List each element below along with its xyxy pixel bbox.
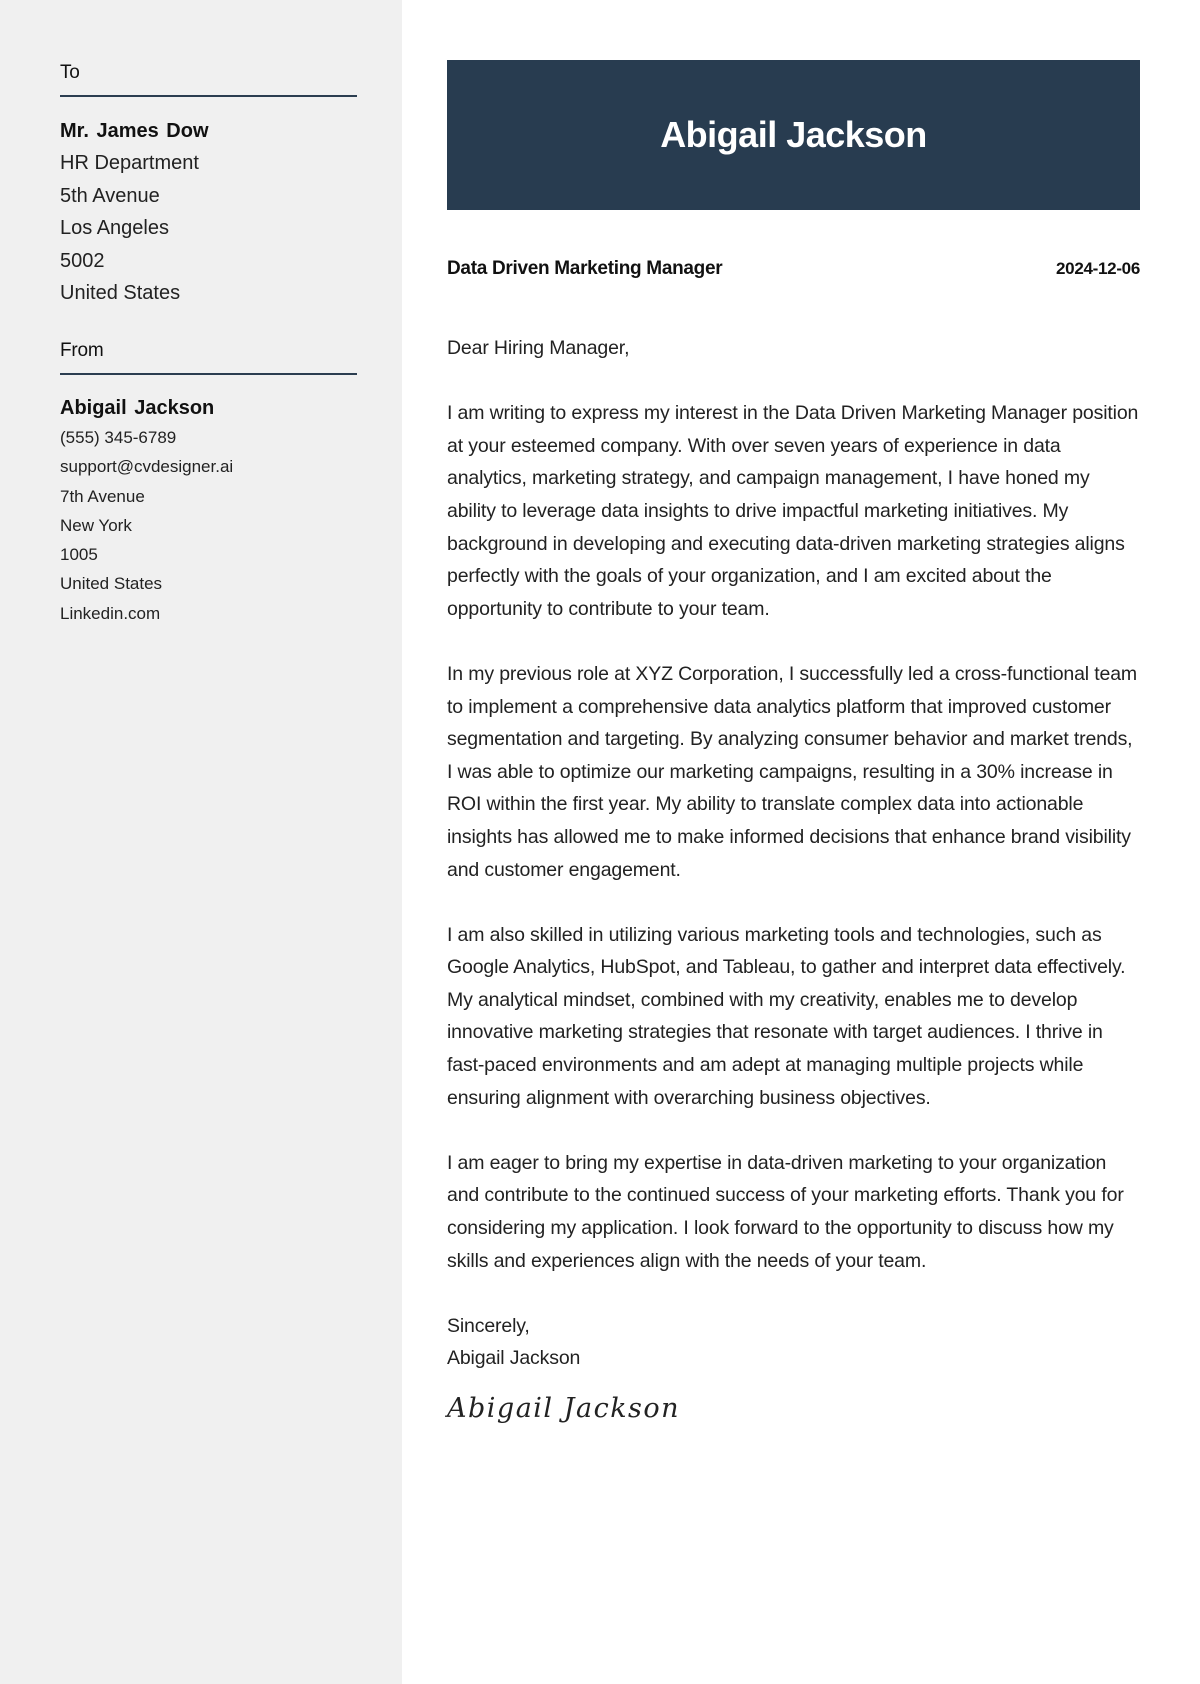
signature: Abigail Jackson — [447, 1393, 681, 1424]
name-banner: Abigail Jackson — [447, 60, 1140, 210]
sender-phone: (555) 345-6789 — [60, 428, 177, 447]
recipient-street: 5th Avenue — [60, 184, 160, 207]
sender-city: New York — [60, 515, 132, 535]
letter-meta: Data Driven Marketing Manager 2024-12-06 — [447, 258, 1140, 280]
letter-body: Dear Hiring Manager, I am writing to exp… — [447, 332, 1140, 1426]
sender-postal-code: 1005 — [60, 545, 98, 565]
sender-section: From Abigail Jackson (555) 345-6789 supp… — [60, 340, 357, 628]
body-paragraph: I am eager to bring my expertise in data… — [447, 1151, 1124, 1272]
recipient-department: HR Department — [60, 152, 199, 174]
recipient-country: United States — [60, 282, 181, 304]
recipient-city: Los Angeles — [60, 217, 169, 239]
sender-linkedin: Linkedin.com — [60, 603, 161, 623]
closing-block: Sincerely, Abigail Jackson — [447, 1310, 1140, 1375]
body-paragraph: I am writing to express my interest in t… — [447, 402, 1139, 620]
job-title: Data Driven Marketing Manager — [447, 258, 723, 279]
applicant-name: Abigail Jackson — [660, 114, 927, 155]
recipient-postal-code: 5002 — [60, 249, 105, 272]
from-heading: From — [60, 340, 104, 361]
from-divider — [60, 373, 357, 375]
recipient-details: Mr. James Dow HR Department 5th Avenue L… — [60, 115, 357, 310]
sender-country: United States — [60, 574, 163, 594]
body-paragraph: In my previous role at XYZ Corporation, … — [447, 662, 1137, 881]
closing-name: Abigail Jackson — [447, 1347, 581, 1370]
letter-date: 2024-12-06 — [1056, 259, 1140, 278]
recipient-name: Mr. James Dow — [60, 120, 209, 142]
sender-details: Abigail Jackson (555) 345-6789 support@c… — [60, 393, 357, 628]
sender-email: support@cvdesigner.ai — [60, 457, 234, 477]
sender-street: 7th Avenue — [60, 486, 145, 506]
to-divider — [60, 95, 357, 97]
salutation: Dear Hiring Manager, — [447, 337, 630, 359]
body-paragraph: I am also skilled in utilizing various m… — [447, 923, 1126, 1109]
sender-name: Abigail Jackson — [60, 397, 215, 419]
to-heading: To — [60, 62, 80, 83]
sidebar: To Mr. James Dow HR Department 5th Avenu… — [0, 0, 402, 1684]
recipient-section: To Mr. James Dow HR Department 5th Avenu… — [60, 62, 357, 310]
closing-phrase: Sincerely, — [447, 1314, 530, 1337]
